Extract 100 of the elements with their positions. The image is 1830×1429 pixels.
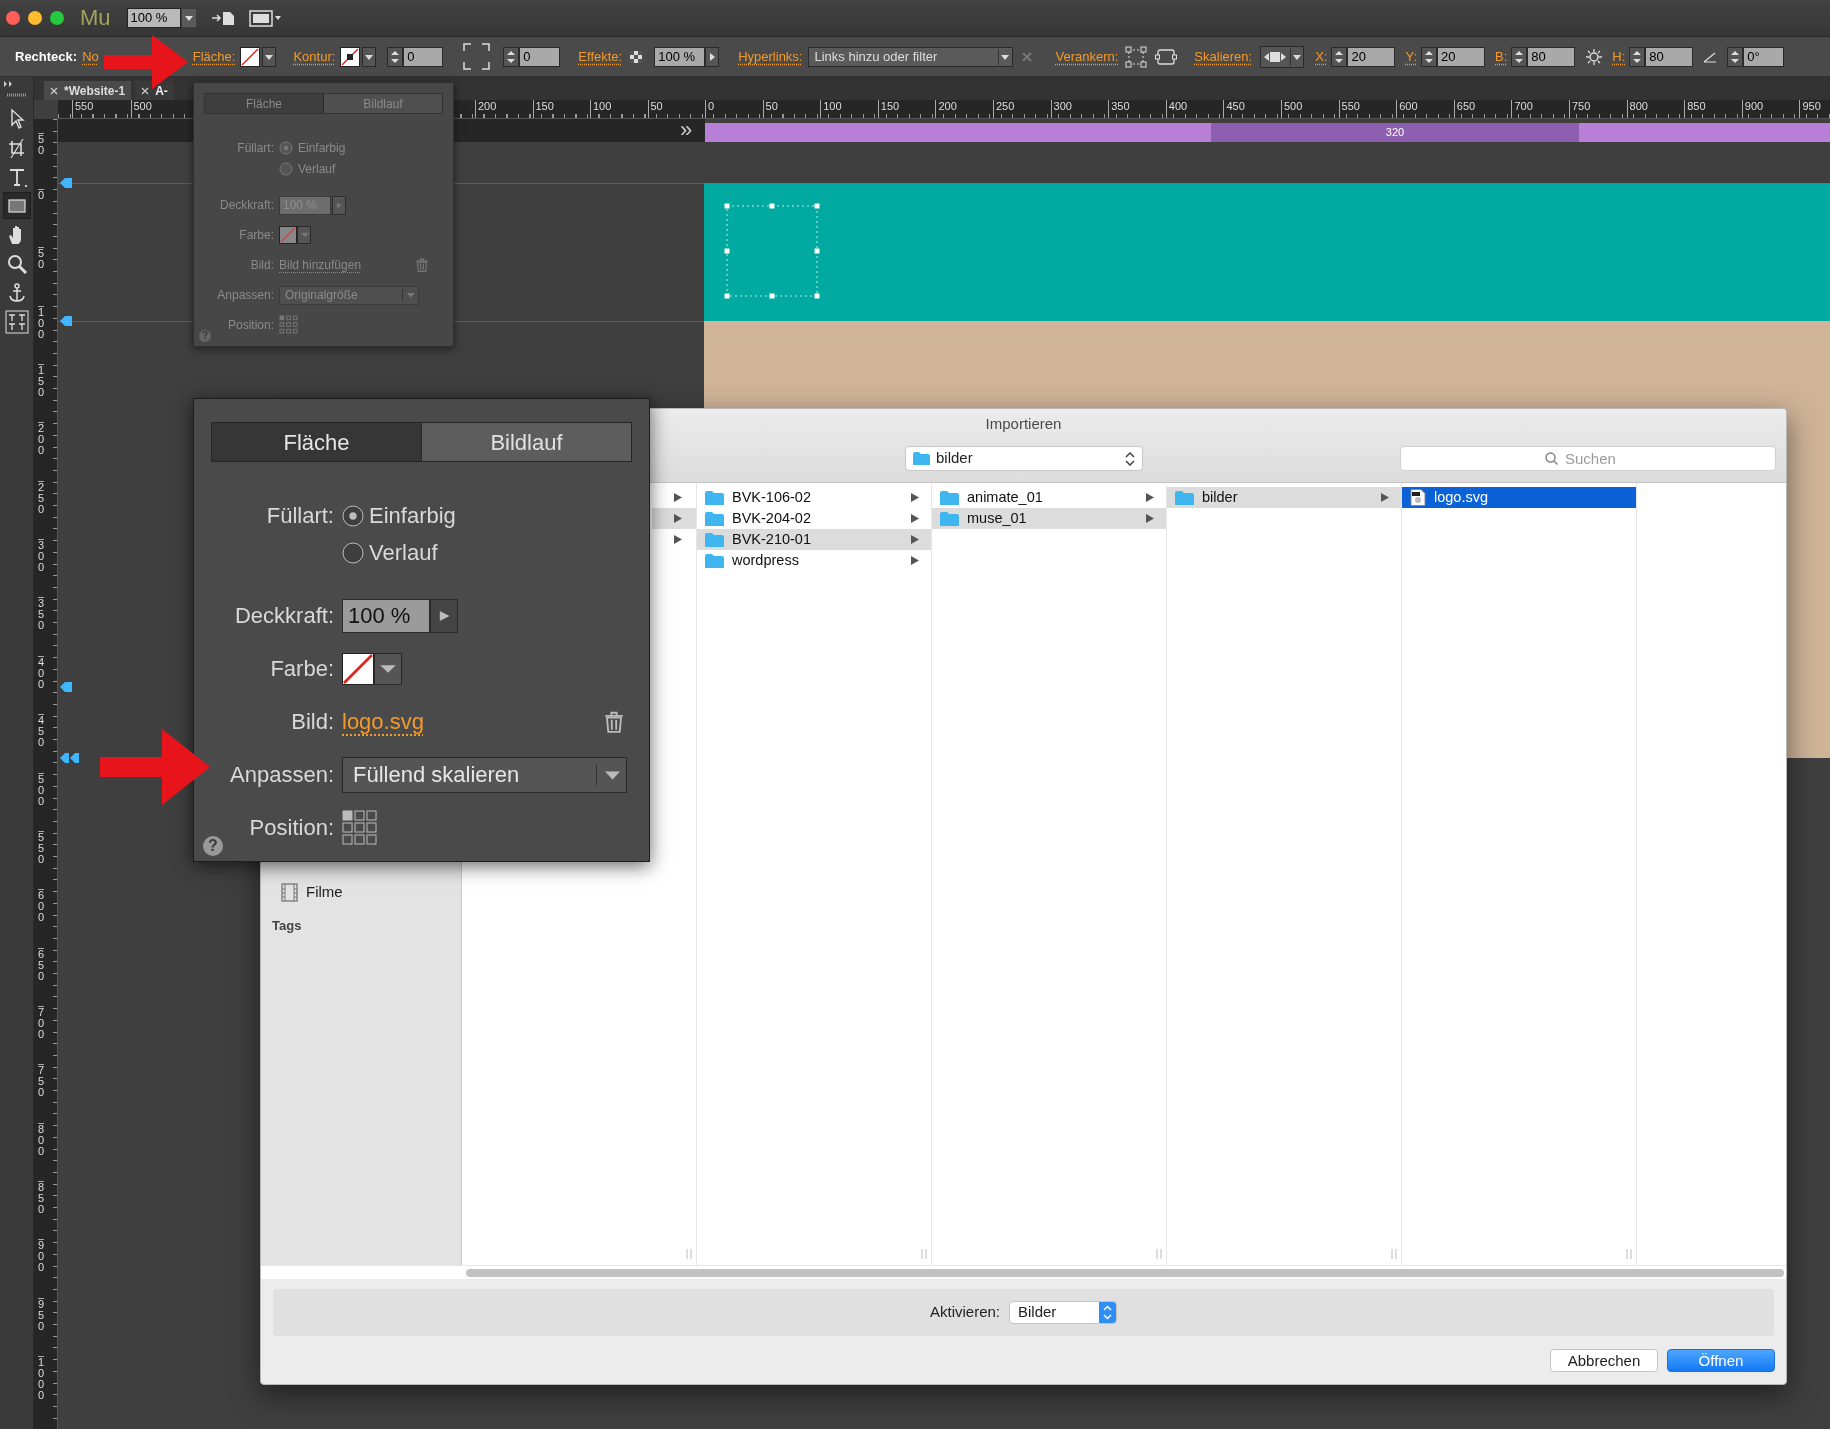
radio-button[interactable] [279, 141, 293, 155]
option-label[interactable]: Effekte: [578, 46, 623, 67]
guide-marker[interactable] [60, 753, 80, 763]
zoom-button[interactable] [50, 11, 64, 25]
scale-dropdown[interactable] [1260, 45, 1305, 68]
tool-button[interactable] [2, 192, 31, 219]
dropdown-button[interactable] [262, 46, 277, 67]
radio-option[interactable]: Verlauf [342, 536, 438, 569]
fill-swatch[interactable] [240, 46, 261, 67]
play-button[interactable] [705, 46, 720, 67]
tool-button[interactable] [2, 308, 31, 335]
file-row[interactable]: BVK-210-01 [697, 529, 931, 550]
minimize-button[interactable] [28, 11, 42, 25]
panel-tab[interactable]: Bildlauf [421, 423, 631, 461]
number-field[interactable]: 0 [403, 46, 444, 67]
column-row[interactable] [652, 508, 696, 529]
page-export-icon[interactable] [210, 10, 235, 26]
field-label: Farbe: [269, 655, 335, 683]
expand-icon[interactable] [3, 81, 15, 87]
anchor-group-icon[interactable] [1155, 48, 1178, 65]
file-row[interactable]: animate_01 [932, 487, 1166, 508]
option-label[interactable]: Kontur: [293, 46, 336, 67]
play-button[interactable] [430, 598, 458, 633]
option-label[interactable]: Y: [1405, 46, 1418, 67]
image-link[interactable]: logo.svg [342, 705, 424, 738]
column-resize-handle[interactable] [921, 1249, 927, 1259]
number-field[interactable]: 0 [519, 46, 561, 67]
stepper[interactable] [387, 46, 404, 67]
close-icon[interactable] [50, 86, 58, 95]
scrollbar-thumb[interactable] [466, 1268, 1784, 1277]
file-row[interactable]: bilder [1167, 487, 1401, 508]
radio-option[interactable]: Einfarbig [342, 499, 456, 532]
sidebar-item[interactable]: Filme [281, 881, 343, 904]
document-tab[interactable]: *Website-1 [44, 81, 132, 100]
cancel-button[interactable]: Abbrechen [1550, 1349, 1658, 1372]
option-label[interactable]: H: [1612, 46, 1626, 67]
filter-popup[interactable]: Bilder [1009, 1301, 1117, 1324]
opacity-field[interactable]: 100 % [342, 598, 430, 633]
preview-icon[interactable] [248, 9, 283, 27]
number-field[interactable]: 20 [1437, 46, 1486, 67]
grip-icon[interactable] [6, 93, 27, 97]
option-label[interactable]: Hyperlinks: [738, 46, 803, 67]
file-row[interactable]: BVK-106-02 [697, 487, 931, 508]
trash-icon[interactable] [603, 710, 625, 733]
panel-tab[interactable]: Fläche [212, 423, 421, 461]
breakpoint-marker[interactable]: 320 [1211, 123, 1579, 142]
open-button[interactable]: Öffnen [1667, 1349, 1775, 1372]
file-row[interactable]: wordpress [697, 550, 931, 571]
guide-marker[interactable] [60, 178, 72, 188]
stepper[interactable] [1727, 46, 1744, 67]
radio-button[interactable] [342, 541, 364, 564]
stepper[interactable] [503, 46, 520, 67]
column-resize-handle[interactable] [1391, 1249, 1397, 1259]
breakpoint-arrow[interactable]: » [680, 119, 693, 141]
location-popup[interactable]: bilder [905, 446, 1143, 471]
fit-dropdown[interactable]: Füllend skalieren [342, 756, 627, 793]
guide-marker[interactable] [60, 316, 72, 326]
hyperlink-dropdown[interactable]: Links hinzu oder filter [808, 46, 1014, 67]
zoom-field[interactable]: 100 % [126, 8, 181, 28]
number-field[interactable]: 80 [1527, 46, 1576, 67]
file-row[interactable]: muse_01 [932, 508, 1166, 529]
stroke-swatch[interactable] [340, 46, 361, 67]
guide-marker[interactable] [60, 682, 72, 692]
option-label[interactable]: Verankern: [1055, 46, 1119, 67]
proportion-lock-icon[interactable] [1585, 47, 1604, 66]
number-field[interactable]: 100 % [654, 46, 706, 67]
number-field[interactable]: 0° [1743, 46, 1785, 67]
dropdown-button[interactable] [362, 46, 377, 67]
stepper[interactable] [1331, 46, 1348, 67]
radio-button[interactable] [342, 504, 364, 527]
close-icon[interactable] [141, 86, 150, 95]
anchor-frame-icon[interactable] [1125, 45, 1148, 68]
position-grid-icon[interactable] [342, 809, 378, 846]
document-tab[interactable]: A- [135, 81, 174, 100]
stepper[interactable] [1629, 46, 1646, 67]
column-resize-handle[interactable] [686, 1249, 692, 1259]
option-label[interactable]: B: [1495, 46, 1508, 67]
option-label[interactable]: No [82, 46, 99, 67]
field-label: Deckkraft: [233, 602, 335, 630]
dropdown-button[interactable] [374, 652, 402, 685]
color-swatch[interactable] [279, 226, 297, 244]
radio-button[interactable] [279, 162, 293, 176]
search-field[interactable]: Suchen [1400, 446, 1776, 471]
text-frame-icon [4, 309, 29, 334]
stepper[interactable] [1511, 46, 1528, 67]
column-resize-handle[interactable] [1156, 1249, 1162, 1259]
column-resize-handle[interactable] [1626, 1249, 1632, 1259]
file-row[interactable]: logo.svg [1402, 487, 1636, 508]
help-button[interactable]: ? [203, 836, 223, 856]
disclosure-icon [1146, 514, 1154, 523]
close-button[interactable] [6, 11, 20, 25]
option-label[interactable]: X: [1315, 46, 1328, 67]
folder-icon [940, 490, 959, 505]
option-label[interactable]: Skalieren: [1194, 46, 1253, 67]
number-field[interactable]: 80 [1645, 46, 1694, 67]
stepper[interactable] [1421, 46, 1438, 67]
number-field[interactable]: 20 [1347, 46, 1396, 67]
option-label[interactable]: Fläche: [192, 46, 236, 67]
file-row[interactable]: BVK-204-02 [697, 508, 931, 529]
color-swatch[interactable] [342, 652, 374, 685]
